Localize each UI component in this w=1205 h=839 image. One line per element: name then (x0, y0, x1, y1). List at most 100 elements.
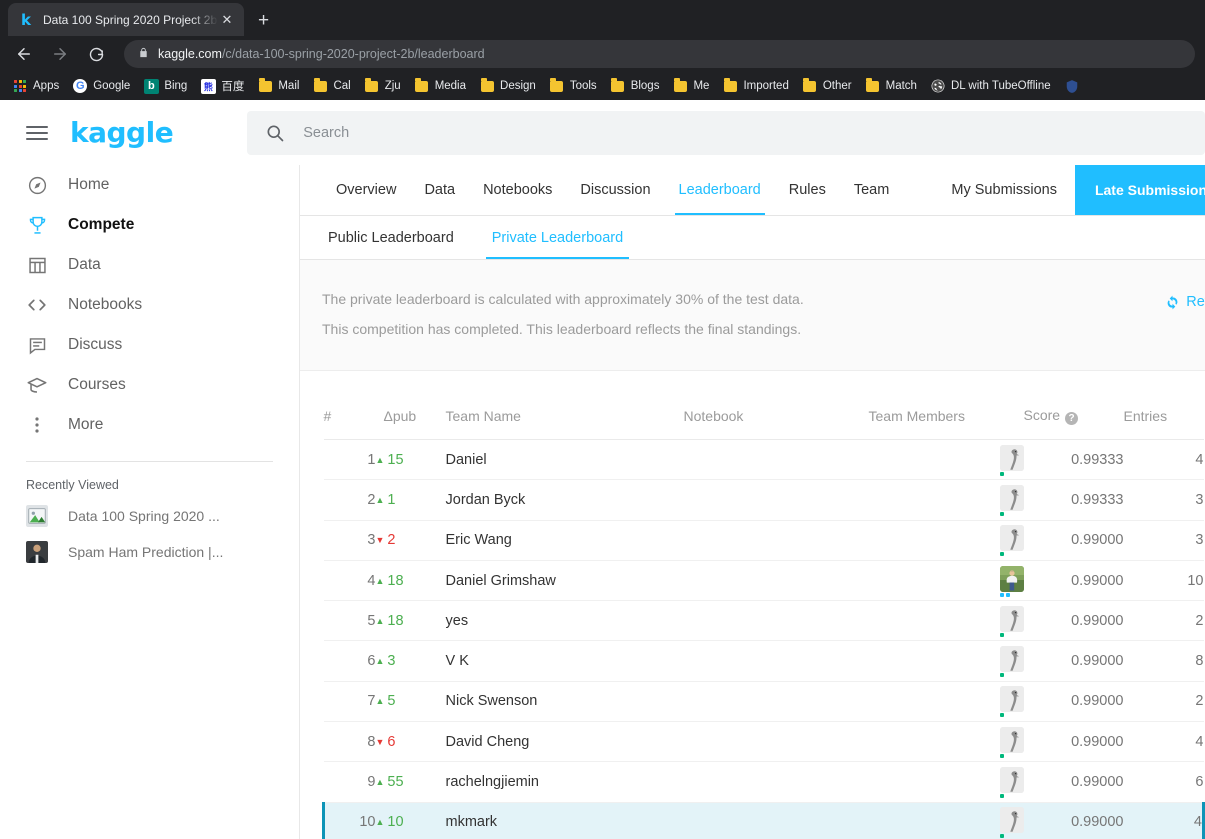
sidebar-item-data[interactable]: Data (0, 245, 299, 285)
table-row[interactable]: 4 ▲ 18 Daniel Grimshaw 0.99000 10 (323, 560, 1204, 602)
bookmark-tools[interactable]: Tools (545, 76, 601, 96)
recently-viewed-item-1[interactable]: Spam Ham Prediction |... (0, 534, 299, 570)
cell-team-members[interactable] (868, 640, 1024, 682)
avatar[interactable] (999, 605, 1024, 637)
kaggle-logo[interactable]: kaggle (70, 116, 174, 149)
back-icon[interactable] (10, 40, 38, 68)
tab-notebooks[interactable]: Notebooks (469, 165, 566, 215)
cell-team-members[interactable] (868, 802, 1024, 839)
table-row[interactable]: 10 ▲ 10 mkmark 0.99000 4 (322, 802, 1205, 839)
avatar[interactable] (999, 525, 1024, 557)
bookmark-zju[interactable]: Zju (360, 76, 405, 96)
bookmark-blogs[interactable]: Blogs (606, 76, 664, 96)
column-header-delta[interactable]: Δpub (375, 371, 446, 440)
cell-team-members[interactable] (868, 681, 1024, 723)
cell-team-name[interactable]: David Cheng (445, 721, 684, 763)
cell-team-name[interactable]: Eric Wang (445, 520, 684, 561)
bookmark-cal[interactable]: Cal (308, 76, 354, 96)
address-bar[interactable]: kaggle.com/c/data-100-spring-2020-projec… (124, 40, 1195, 68)
tab-team[interactable]: Team (840, 165, 903, 215)
table-row[interactable]: 9 ▲ 55 rachelngjiemin 0.99000 6 (323, 761, 1204, 803)
table-row[interactable]: 2 ▲ 1 Jordan Byck 0.99333 3 (323, 479, 1204, 521)
cell-team-members[interactable] (868, 600, 1024, 642)
sidebar-item-more[interactable]: More (0, 405, 299, 445)
cell-team-name[interactable]: yes (445, 600, 684, 642)
forward-icon[interactable] (46, 40, 74, 68)
bookmark-other[interactable]: Other (798, 76, 856, 96)
recently-viewed-item-0[interactable]: Data 100 Spring 2020 ... (0, 498, 299, 534)
avatar[interactable] (999, 565, 1024, 597)
bookmark-match[interactable]: Match (861, 76, 921, 96)
cell-team-name[interactable]: Daniel Grimshaw (445, 560, 684, 602)
column-header-notebook[interactable]: Notebook (683, 371, 869, 440)
column-header-score[interactable]: Score? (1023, 371, 1124, 440)
sidebar-item-discuss[interactable]: Discuss (0, 325, 299, 365)
cell-team-members[interactable] (868, 560, 1024, 602)
sidebar-item-notebooks[interactable]: Notebooks (0, 285, 299, 325)
column-header-entries[interactable]: Entries (1123, 371, 1204, 440)
cell-team-name[interactable]: Daniel (445, 439, 684, 481)
table-row[interactable]: 1 ▲ 15 Daniel 0.99333 4 (323, 439, 1204, 481)
hamburger-menu-icon[interactable] (26, 122, 48, 144)
tab-rules[interactable]: Rules (775, 165, 840, 215)
avatar[interactable] (999, 484, 1024, 516)
tab-discussion[interactable]: Discussion (566, 165, 664, 215)
column-header-rank[interactable]: # (323, 371, 376, 440)
cell-team-name[interactable]: Nick Swenson (445, 681, 684, 723)
avatar[interactable] (999, 686, 1024, 718)
sidebar-item-courses[interactable]: Courses (0, 365, 299, 405)
refresh-button[interactable]: Refresh (1165, 294, 1205, 310)
column-header-team-members[interactable]: Team Members (868, 371, 1024, 440)
tab-data[interactable]: Data (410, 165, 469, 215)
bookmark-imported[interactable]: Imported (718, 76, 792, 96)
bookmark-mail[interactable]: Mail (253, 76, 303, 96)
cell-team-name[interactable]: V K (445, 640, 684, 682)
cell-team-name[interactable]: rachelngjiemin (445, 761, 684, 803)
competition-nav: Overview Data Notebooks Discussion Leade… (300, 165, 1205, 216)
tab-private-leaderboard[interactable]: Private Leaderboard (485, 216, 630, 259)
tab-public-leaderboard[interactable]: Public Leaderboard (322, 216, 460, 259)
table-row[interactable]: 6 ▲ 3 V K 0.99000 8 (323, 640, 1204, 682)
avatar[interactable] (999, 767, 1024, 799)
sidebar-item-compete[interactable]: Compete (0, 205, 299, 245)
tab-leaderboard[interactable]: Leaderboard (665, 165, 775, 215)
cell-team-members[interactable] (868, 479, 1024, 521)
late-submission-button[interactable]: Late Submission (1074, 165, 1205, 215)
cell-delta: ▲ 5 (375, 681, 446, 723)
avatar[interactable] (999, 726, 1024, 758)
close-icon[interactable]: ✕ (218, 12, 236, 28)
bookmark-design[interactable]: Design (475, 76, 540, 96)
cell-team-name[interactable]: Jordan Byck (445, 479, 684, 521)
avatar[interactable] (999, 646, 1024, 678)
bookmark-apps[interactable]: Apps (8, 76, 63, 96)
new-tab-button[interactable]: + (258, 10, 269, 32)
browser-tab[interactable]: k Data 100 Spring 2020 Project 2b ✕ (8, 3, 244, 36)
help-icon[interactable]: ? (1065, 412, 1079, 425)
column-header-team-name[interactable]: Team Name (445, 371, 684, 440)
table-row[interactable]: 7 ▲ 5 Nick Swenson 0.99000 2 (323, 681, 1204, 723)
bookmark-dl-tubeoffline[interactable]: DL with TubeOffline (926, 76, 1055, 96)
table-row[interactable]: 3 ▼ 2 Eric Wang 0.99000 3 (323, 520, 1204, 561)
bookmark-shield[interactable] (1060, 76, 1089, 96)
avatar[interactable] (999, 807, 1024, 839)
notebook-thumb-icon (26, 541, 48, 563)
my-submissions-link[interactable]: My Submissions (933, 165, 1075, 215)
reload-icon[interactable] (82, 40, 110, 68)
search-input[interactable]: Search (247, 110, 1205, 155)
bookmark-media[interactable]: Media (410, 76, 470, 96)
sidebar-item-home[interactable]: Home (0, 165, 299, 205)
bookmark-bing[interactable]: b Bing (139, 76, 191, 96)
cell-team-members[interactable] (868, 721, 1024, 763)
cell-team-members[interactable] (868, 439, 1024, 481)
tab-overview[interactable]: Overview (322, 165, 410, 215)
avatar[interactable] (999, 444, 1024, 476)
table-row[interactable]: 8 ▼ 6 David Cheng 0.99000 4 (323, 721, 1204, 763)
bookmark-baidu[interactable]: 熊 百度 (196, 76, 248, 96)
cell-team-members[interactable] (868, 761, 1024, 803)
bookmark-me[interactable]: Me (668, 76, 713, 96)
cell-team-members[interactable] (868, 520, 1024, 561)
cell-team-name[interactable]: mkmark (445, 802, 684, 839)
cell-score: 0.99000 (1023, 560, 1124, 602)
table-row[interactable]: 5 ▲ 18 yes 0.99000 2 (323, 600, 1204, 642)
bookmark-google[interactable]: G Google (68, 76, 134, 96)
